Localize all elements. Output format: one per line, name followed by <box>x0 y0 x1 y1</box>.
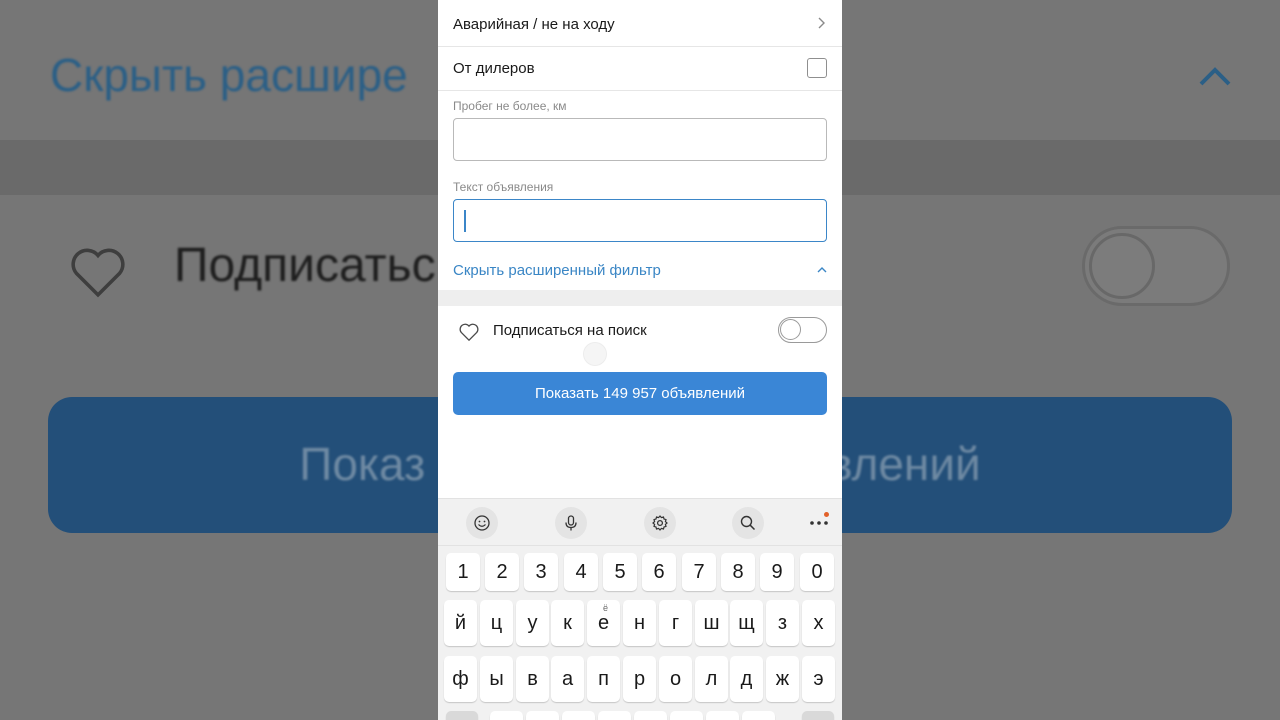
notification-dot <box>824 512 829 517</box>
key-8[interactable]: 8 <box>721 553 755 591</box>
key-letter[interactable]: ж <box>766 656 799 702</box>
key-2[interactable]: 2 <box>485 553 519 591</box>
show-results-button[interactable]: Показать 149 957 объявлений <box>453 372 827 415</box>
settings-key[interactable] <box>644 507 676 539</box>
divider <box>438 90 842 91</box>
filter-row-dealers[interactable]: От дилеров <box>438 47 842 90</box>
key-letter[interactable]: в <box>516 656 549 702</box>
hide-advanced-filter-link[interactable]: Скрыть расширенный фильтр <box>453 262 661 279</box>
key-9[interactable]: 9 <box>760 553 794 591</box>
emoji-key[interactable] <box>466 507 498 539</box>
filter-row-damaged[interactable]: Аварийная / не на ходу <box>438 0 842 46</box>
key-letter[interactable]: л <box>695 656 728 702</box>
key-letter[interactable] <box>634 711 667 720</box>
key-letter[interactable]: р <box>623 656 656 702</box>
backspace-key[interactable] <box>802 711 834 720</box>
key-letter[interactable] <box>526 711 559 720</box>
key-letter[interactable]: к <box>551 600 584 646</box>
key-letter[interactable]: у <box>516 600 549 646</box>
subscribe-label: Подписаться на поиск <box>493 322 647 339</box>
bg-hide-filter-text: Скрыть расшире <box>50 49 408 101</box>
dealers-label: От дилеров <box>453 60 535 77</box>
microphone-key[interactable] <box>555 507 587 539</box>
key-letter[interactable] <box>670 711 703 720</box>
toggle-knob <box>780 319 801 340</box>
section-gap <box>438 290 842 306</box>
key-letter[interactable]: ш <box>695 600 728 646</box>
damaged-label: Аварийная / не на ходу <box>453 16 615 33</box>
divider <box>438 545 842 546</box>
key-letter-e[interactable]: е ё <box>587 600 620 646</box>
bg-chevron-up-icon <box>1199 67 1231 86</box>
key-letter[interactable]: х <box>802 600 835 646</box>
bg-toggle <box>1082 226 1230 306</box>
key-letter[interactable]: а <box>551 656 584 702</box>
key-letter[interactable]: э <box>802 656 835 702</box>
bg-subscribe-text: Подписатьс <box>174 239 436 292</box>
touch-ripple <box>583 342 607 366</box>
key-letter[interactable]: п <box>587 656 620 702</box>
key-letter[interactable]: ф <box>444 656 477 702</box>
key-hint-yo: ё <box>602 603 608 613</box>
emoji-icon <box>474 515 490 531</box>
key-7[interactable]: 7 <box>682 553 716 591</box>
key-0[interactable]: 0 <box>800 553 834 591</box>
key-letter[interactable] <box>598 711 631 720</box>
chevron-right-icon <box>818 17 825 29</box>
key-letter[interactable]: д <box>730 656 763 702</box>
key-letter[interactable] <box>706 711 739 720</box>
search-icon <box>740 515 756 531</box>
settings-icon <box>652 515 668 531</box>
mileage-label: Пробег не более, км <box>453 99 567 113</box>
key-1[interactable]: 1 <box>446 553 480 591</box>
mileage-input[interactable] <box>453 118 827 161</box>
subscribe-toggle[interactable] <box>778 317 827 343</box>
key-letter[interactable]: з <box>766 600 799 646</box>
phone-screen: Аварийная / не на ходу От дилеров Пробег… <box>438 0 842 720</box>
key-letter[interactable]: о <box>659 656 692 702</box>
microphone-icon <box>565 515 577 531</box>
key-3[interactable]: 3 <box>524 553 558 591</box>
heart-icon[interactable] <box>458 322 480 342</box>
ad-text-input[interactable] <box>453 199 827 242</box>
key-letter[interactable]: ы <box>480 656 513 702</box>
bg-heart-icon <box>71 248 125 298</box>
search-key[interactable] <box>732 507 764 539</box>
ad-text-label: Текст объявления <box>453 180 554 194</box>
key-letter[interactable] <box>742 711 775 720</box>
key-letter[interactable]: г <box>659 600 692 646</box>
dealers-checkbox[interactable] <box>807 58 827 78</box>
text-caret <box>464 210 466 232</box>
keyboard: 1 2 3 4 5 6 7 8 9 0 й ц у к е ё н г ш щ … <box>438 498 842 720</box>
key-letter[interactable] <box>562 711 595 720</box>
key-letter[interactable]: н <box>623 600 656 646</box>
key-4[interactable]: 4 <box>564 553 598 591</box>
key-letter[interactable]: щ <box>730 600 763 646</box>
key-letter[interactable] <box>490 711 523 720</box>
key-letter[interactable]: й <box>444 600 477 646</box>
shift-key[interactable] <box>446 711 478 720</box>
key-letter[interactable]: ц <box>480 600 513 646</box>
chevron-up-icon[interactable] <box>816 266 828 274</box>
key-6[interactable]: 6 <box>642 553 676 591</box>
key-5[interactable]: 5 <box>603 553 637 591</box>
